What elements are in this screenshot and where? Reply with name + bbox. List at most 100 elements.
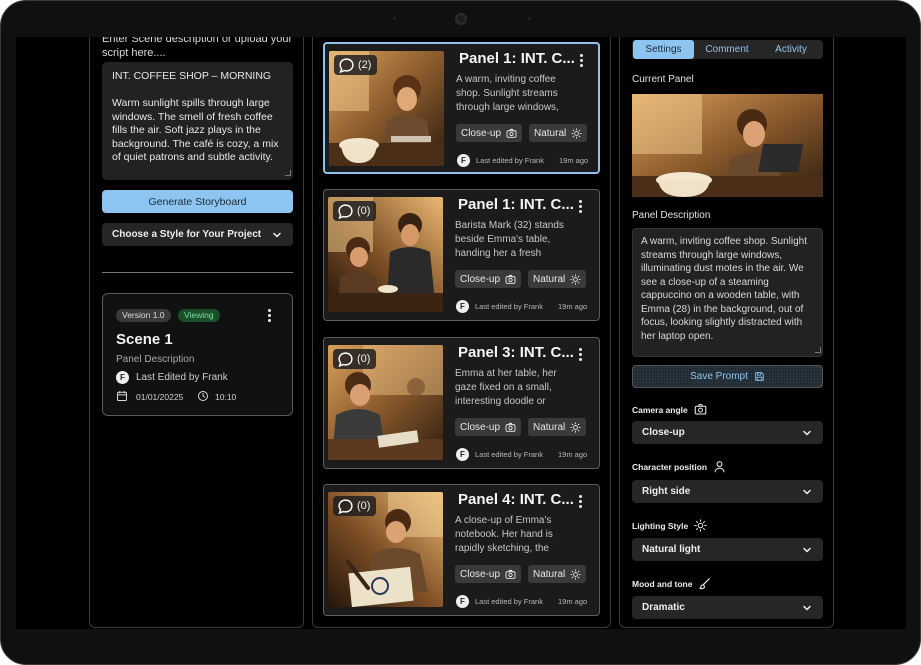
- app-screen: Enter Scene description or upload your s…: [16, 37, 906, 629]
- panel-footer: F Last edited by Frank: [457, 154, 544, 167]
- tab-settings[interactable]: Settings: [633, 40, 694, 59]
- panel-more-icon[interactable]: [579, 200, 583, 213]
- current-panel-heading: Current Panel: [632, 74, 694, 85]
- generate-storyboard-button[interactable]: Generate Storyboard: [102, 190, 293, 213]
- brush-icon: [698, 577, 711, 590]
- comment-count-chip[interactable]: (2): [334, 55, 378, 75]
- script-textarea[interactable]: INT. COFFEE SHOP – MORNING Warm sunlight…: [102, 62, 293, 180]
- comment-icon: [337, 351, 354, 368]
- section-divider: [102, 272, 293, 273]
- camera-angle-label: Camera angle: [632, 403, 707, 416]
- avatar: F: [456, 448, 469, 461]
- mood-tone-label: Mood and tone: [632, 577, 711, 590]
- shot-type-label: Close-up: [460, 568, 501, 580]
- settings-sidebar: Settings Comment Activity Current Panel: [619, 37, 834, 628]
- panel-footer: F Last edited by Frank: [456, 300, 543, 313]
- lighting-style-text: Lighting Style: [632, 520, 689, 531]
- tab-comment[interactable]: Comment: [696, 40, 758, 59]
- panel-card[interactable]: (0) Panel 4: INT. C... A close-up of Emm…: [323, 484, 600, 616]
- avatar: F: [116, 371, 129, 384]
- sensor-dot-right: [528, 17, 531, 20]
- panel-title: Panel 3: INT. C...: [458, 344, 574, 361]
- panel-description-textarea[interactable]: A warm, inviting coffee shop. Sunlight s…: [632, 228, 823, 357]
- sun-icon: [571, 128, 582, 139]
- script-intro-text: Enter Scene description or upload your s…: [102, 37, 293, 59]
- camera-angle-select[interactable]: Close-up: [632, 421, 823, 444]
- panel-title: Panel 1: INT. C...: [459, 50, 575, 67]
- lighting-chip[interactable]: Natural: [528, 418, 587, 436]
- character-position-select[interactable]: Right side: [632, 480, 823, 503]
- tab-activity[interactable]: Activity: [760, 40, 822, 59]
- script-sidebar: Enter Scene description or upload your s…: [89, 37, 304, 628]
- character-position-value: Right side: [642, 486, 691, 497]
- panel-last-edited: Last edited by Frank: [476, 156, 544, 165]
- mood-tone-text: Mood and tone: [632, 578, 693, 589]
- character-position-text: Character position: [632, 461, 708, 472]
- panel-footer: F Last edited by Frank: [456, 595, 543, 608]
- save-prompt-button[interactable]: Save Prompt: [632, 365, 823, 388]
- shot-type-chip[interactable]: Close-up: [455, 418, 522, 436]
- sensor-dot-left: [393, 17, 396, 20]
- front-camera: [455, 13, 467, 25]
- comment-icon: [337, 498, 354, 515]
- panel-more-icon[interactable]: [579, 495, 583, 508]
- panel-footer: F Last edited by Frank: [456, 448, 543, 461]
- panel-excerpt: Emma at her table, her gaze fixed on a s…: [455, 368, 557, 407]
- shot-type-chip[interactable]: Close-up: [455, 565, 522, 583]
- sun-icon: [570, 274, 581, 285]
- panel-last-edited: Last edited by Frank: [475, 450, 543, 459]
- character-position-label: Character position: [632, 460, 726, 473]
- style-dropdown[interactable]: Choose a Style for Your Project: [102, 223, 293, 246]
- comment-count-chip[interactable]: (0): [333, 496, 377, 516]
- lighting-style-select[interactable]: Natural light: [632, 538, 823, 561]
- panel-more-icon[interactable]: [580, 54, 584, 67]
- comment-count-chip[interactable]: (0): [333, 349, 377, 369]
- save-icon: [754, 371, 765, 382]
- camera-icon: [694, 403, 707, 416]
- camera-icon: [505, 569, 516, 580]
- panel-more-icon[interactable]: [579, 348, 583, 361]
- panel-title: Panel 1: INT. C...: [458, 196, 574, 213]
- shot-type-label: Close-up: [460, 273, 501, 285]
- sidebar-tabs: Settings Comment Activity: [632, 40, 823, 59]
- shot-type-chip[interactable]: Close-up: [456, 124, 523, 142]
- scene-more-icon[interactable]: [268, 309, 272, 322]
- mood-tone-value: Dramatic: [642, 602, 685, 613]
- lighting-chip[interactable]: Natural: [528, 565, 587, 583]
- mood-tone-select[interactable]: Dramatic: [632, 596, 823, 619]
- camera-icon: [506, 128, 517, 139]
- scene-date: 01/01/20225: [136, 392, 184, 402]
- viewing-badge: Viewing: [178, 309, 220, 322]
- calendar-icon: [116, 390, 128, 402]
- scene-card[interactable]: Version 1.0 Viewing Scene 1 Panel Descri…: [102, 293, 293, 416]
- version-badge: Version 1.0: [116, 309, 171, 322]
- avatar: F: [456, 595, 469, 608]
- textarea-resize-handle[interactable]: [285, 170, 291, 176]
- panel-last-edited: Last edited by Frank: [475, 302, 543, 311]
- tablet-frame: Enter Scene description or upload your s…: [0, 0, 921, 665]
- panel-excerpt: Barista Mark (32) stands beside Emma's t…: [455, 220, 564, 259]
- lighting-chip[interactable]: Natural: [528, 270, 587, 288]
- sun-icon: [570, 422, 581, 433]
- scene-description: Panel Description: [116, 354, 195, 365]
- avatar: F: [456, 300, 469, 313]
- comment-count: (0): [357, 353, 371, 365]
- lighting-label: Natural: [533, 273, 566, 285]
- textarea-resize-handle[interactable]: [815, 347, 821, 353]
- panel-title: Panel 4: INT. C...: [458, 491, 574, 508]
- panel-edited-time: 19m ago: [558, 450, 588, 459]
- panel-card[interactable]: (0) Panel 1: INT. C... Barista Mark (32)…: [323, 189, 600, 321]
- panel-card[interactable]: (2) Panel 1: INT. C... A warm, inviting …: [323, 42, 600, 174]
- lighting-chip[interactable]: Natural: [529, 124, 588, 142]
- comment-count-chip[interactable]: (0): [333, 201, 377, 221]
- scene-time: 10:10: [215, 392, 237, 402]
- chevron-down-icon: [802, 545, 812, 555]
- scene-last-edited: Last Edited by Frank: [136, 372, 228, 383]
- comment-icon: [338, 57, 355, 74]
- lighting-label: Natural: [533, 568, 566, 580]
- lighting-label: Natural: [533, 421, 566, 433]
- shot-type-chip[interactable]: Close-up: [455, 270, 522, 288]
- chevron-down-icon: [272, 230, 282, 240]
- panel-card[interactable]: (0) Panel 3: INT. C... Emma at her table…: [323, 337, 600, 469]
- person-icon: [713, 460, 726, 473]
